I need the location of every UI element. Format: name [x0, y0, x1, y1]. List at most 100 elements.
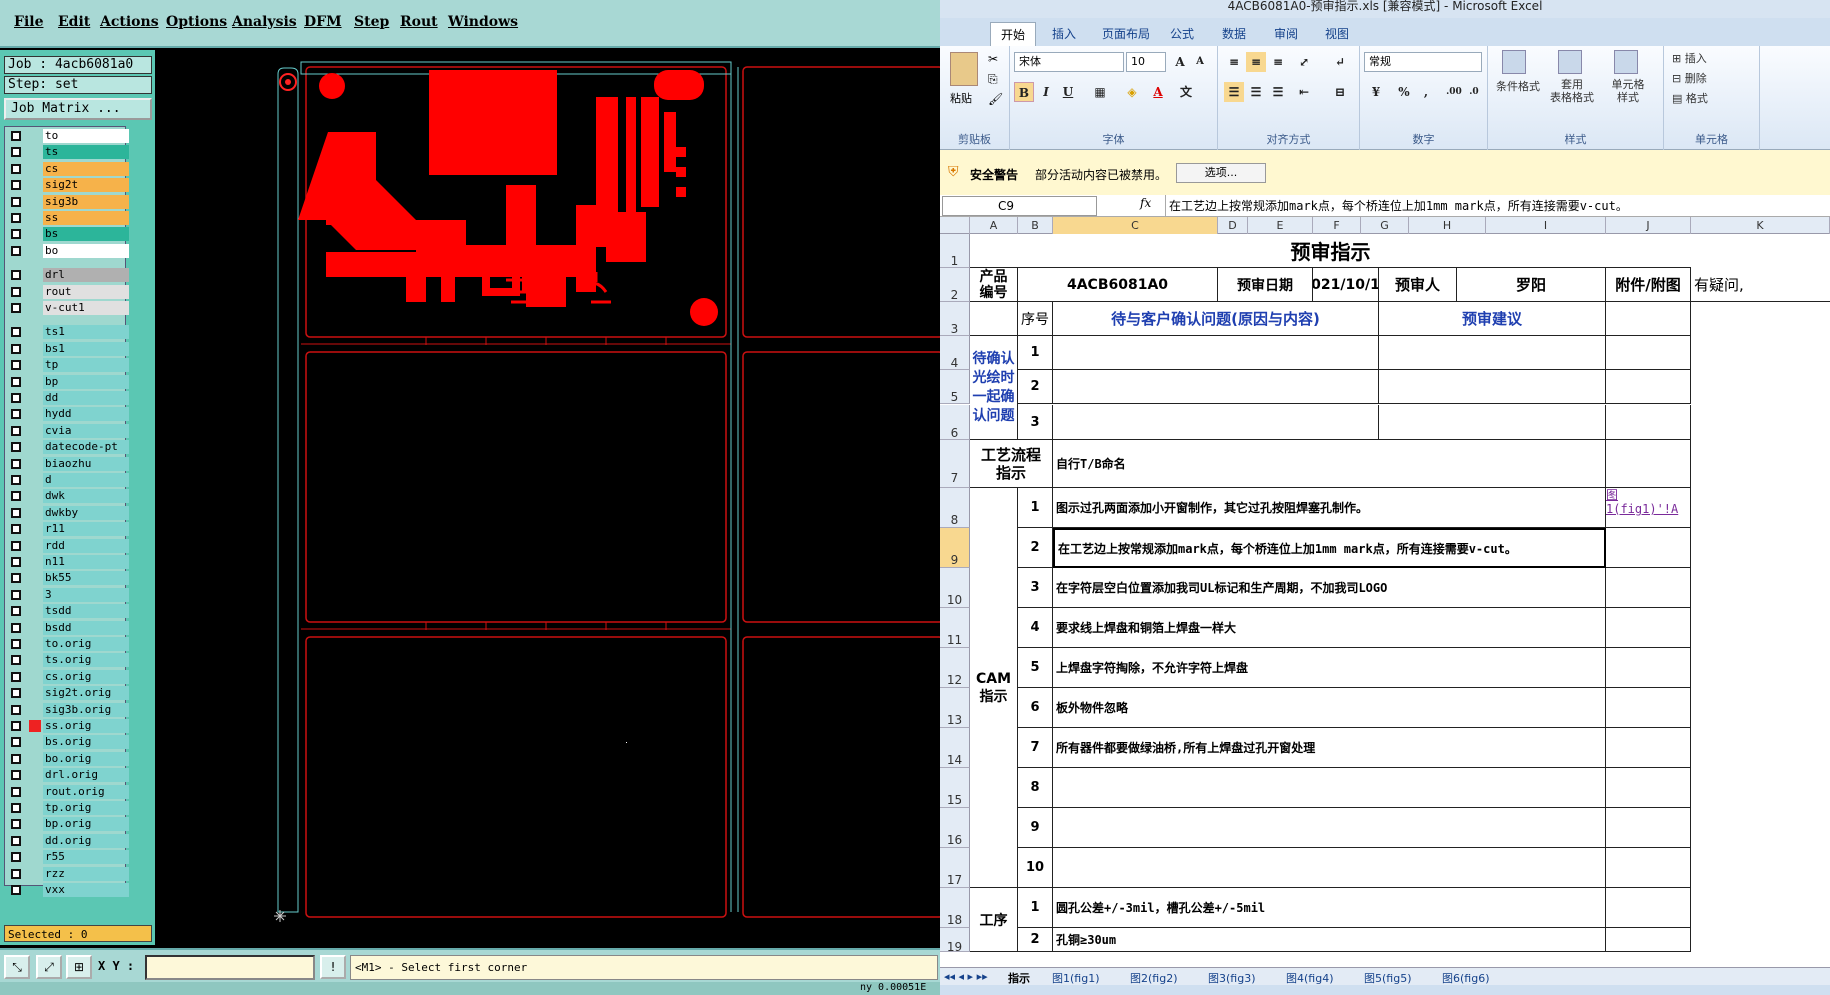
layer-checkbox[interactable]	[11, 196, 21, 207]
sheet-tab-5[interactable]: 图5(fig5)	[1364, 970, 1412, 986]
cam-item[interactable]: 要求线上焊盘和铜箔上焊盘一样大	[1053, 608, 1606, 648]
cell[interactable]	[1606, 808, 1691, 848]
layer-row[interactable]: bp.orig	[7, 817, 129, 832]
layer-row[interactable]: bo	[7, 243, 129, 258]
layer-row[interactable]: dd	[7, 391, 129, 405]
layer-row[interactable]: tsdd	[7, 604, 129, 619]
layer-checkbox[interactable]	[11, 622, 21, 633]
number-format-select[interactable]: 常规	[1364, 52, 1482, 72]
layer-row[interactable]: bk55	[7, 571, 129, 586]
layer-row[interactable]: r55	[7, 850, 129, 865]
cell[interactable]	[1606, 440, 1691, 488]
reviewer-label[interactable]: 预审人	[1379, 268, 1457, 302]
product-code-label[interactable]: 产品 编号	[970, 268, 1018, 302]
row2-k[interactable]: 有疑问,	[1691, 268, 1830, 302]
currency-icon[interactable]: ¥	[1366, 82, 1386, 102]
cell[interactable]	[1606, 888, 1691, 928]
layer-checkbox[interactable]	[11, 286, 21, 297]
layer-checkbox[interactable]	[11, 327, 21, 338]
sheet-tab-0[interactable]: 指示	[1008, 970, 1030, 986]
decrease-decimal-icon[interactable]: .0	[1464, 82, 1484, 102]
align-right-icon[interactable]: ☰	[1268, 82, 1288, 102]
cam-label[interactable]: CAM 指示	[970, 488, 1018, 888]
col-i[interactable]: I	[1486, 217, 1606, 234]
seq-cell[interactable]: 1	[1018, 888, 1053, 928]
layer-row[interactable]: r11	[7, 522, 129, 537]
reviewer-value[interactable]: 罗阳	[1457, 268, 1606, 302]
layer-checkbox[interactable]	[11, 753, 21, 764]
layer-checkbox[interactable]	[11, 343, 21, 354]
layer-row[interactable]: dwk	[7, 489, 129, 504]
seq-cell[interactable]: 6	[1018, 688, 1053, 728]
sheet-tab-4[interactable]: 图4(fig4)	[1286, 970, 1334, 986]
row-header[interactable]: 16	[940, 808, 970, 848]
attachment-label[interactable]: 附件/附图	[1606, 268, 1691, 302]
layer-checkbox[interactable]	[11, 270, 21, 281]
cell[interactable]	[1606, 768, 1691, 808]
layer-checkbox[interactable]	[11, 885, 21, 895]
menu-windows[interactable]: Windows	[448, 14, 518, 30]
layer-row[interactable]: ss	[7, 211, 129, 225]
layer-row[interactable]: datecode-pt	[7, 440, 129, 455]
seq-header[interactable]: 序号	[1018, 302, 1053, 336]
sheet-nav-icon[interactable]: ◂◂ ◂ ▸ ▸▸	[944, 970, 988, 983]
tab-formulas[interactable]: 公式	[1170, 25, 1194, 42]
layer-checkbox[interactable]	[11, 213, 21, 223]
sheet-tab-1[interactable]: 图1(fig1)	[1052, 970, 1100, 986]
seq-cell[interactable]: 2	[1018, 528, 1053, 568]
seq-cell[interactable]: 9	[1018, 808, 1053, 848]
grid-button[interactable]: ⊞	[66, 955, 92, 979]
row-header[interactable]: 11	[940, 608, 970, 648]
tab-home[interactable]: 开始	[990, 22, 1037, 46]
cell[interactable]	[1606, 928, 1691, 952]
conditional-format-label[interactable]: 条件格式	[1488, 78, 1548, 94]
zoom-fit-button[interactable]: ⤡	[4, 955, 30, 979]
tool-item[interactable]: 孔铜≥30um	[1053, 928, 1606, 952]
border-icon[interactable]: ▦	[1090, 82, 1110, 102]
security-options-button[interactable]: 选项...	[1176, 163, 1266, 183]
col-j[interactable]: J	[1606, 217, 1691, 234]
layer-checkbox[interactable]	[11, 688, 21, 699]
select-all-corner[interactable]	[940, 217, 970, 234]
layer-checkbox[interactable]	[11, 376, 21, 387]
increase-decimal-icon[interactable]: .00	[1444, 82, 1464, 102]
align-bottom-icon[interactable]: ≡	[1268, 52, 1288, 72]
layer-checkbox[interactable]	[11, 639, 21, 649]
layer-row[interactable]: dd.orig	[7, 833, 129, 848]
layer-checkbox[interactable]	[11, 409, 21, 420]
percent-icon[interactable]: %	[1394, 82, 1414, 102]
menu-rout[interactable]: Rout	[400, 14, 438, 30]
layer-row[interactable]: bo.orig	[7, 751, 129, 766]
layer-checkbox[interactable]	[11, 360, 21, 371]
row-header[interactable]: 5	[940, 370, 970, 404]
fill-color-icon[interactable]: ◈	[1122, 82, 1142, 102]
layer-checkbox[interactable]	[11, 524, 21, 535]
cell-style-label[interactable]: 单元格 样式	[1600, 78, 1656, 104]
cell[interactable]	[1606, 370, 1691, 404]
row-header[interactable]: 19	[940, 928, 970, 954]
layer-row[interactable]: bs1	[7, 341, 129, 356]
product-code-value[interactable]: 4ACB6081A0	[1018, 268, 1218, 302]
menu-analysis[interactable]: Analysis	[232, 14, 297, 30]
layer-row[interactable]: drl	[7, 268, 129, 283]
seq-cell[interactable]: 1	[1018, 488, 1053, 528]
name-box[interactable]: C9	[942, 196, 1097, 216]
align-left-icon[interactable]: ☰	[1224, 82, 1244, 102]
cam-item[interactable]	[1053, 808, 1606, 848]
cam-item[interactable]: 图示过孔两面添加小开窗制作，其它过孔按阻焊塞孔制作。	[1053, 488, 1606, 528]
align-top-icon[interactable]: ≡	[1224, 52, 1244, 72]
seq-cell[interactable]: 2	[1018, 370, 1053, 404]
xy-input[interactable]	[145, 955, 315, 980]
seq-cell[interactable]: 8	[1018, 768, 1053, 808]
cam-item[interactable]: 上焊盘字符掏除，不允许字符上焊盘	[1053, 648, 1606, 688]
sheet-tab-6[interactable]: 图6(fig6)	[1442, 970, 1490, 986]
col-d[interactable]: D	[1218, 217, 1248, 234]
cell[interactable]	[970, 302, 1018, 336]
layer-row[interactable]: rout.orig	[7, 784, 129, 799]
layer-checkbox[interactable]	[11, 589, 21, 600]
cell[interactable]	[1606, 405, 1691, 440]
layer-row[interactable]: dwkby	[7, 505, 129, 520]
alert-button[interactable]: !	[320, 955, 346, 979]
tab-data[interactable]: 数据	[1222, 25, 1246, 42]
fx-icon[interactable]: fx	[1140, 196, 1151, 210]
